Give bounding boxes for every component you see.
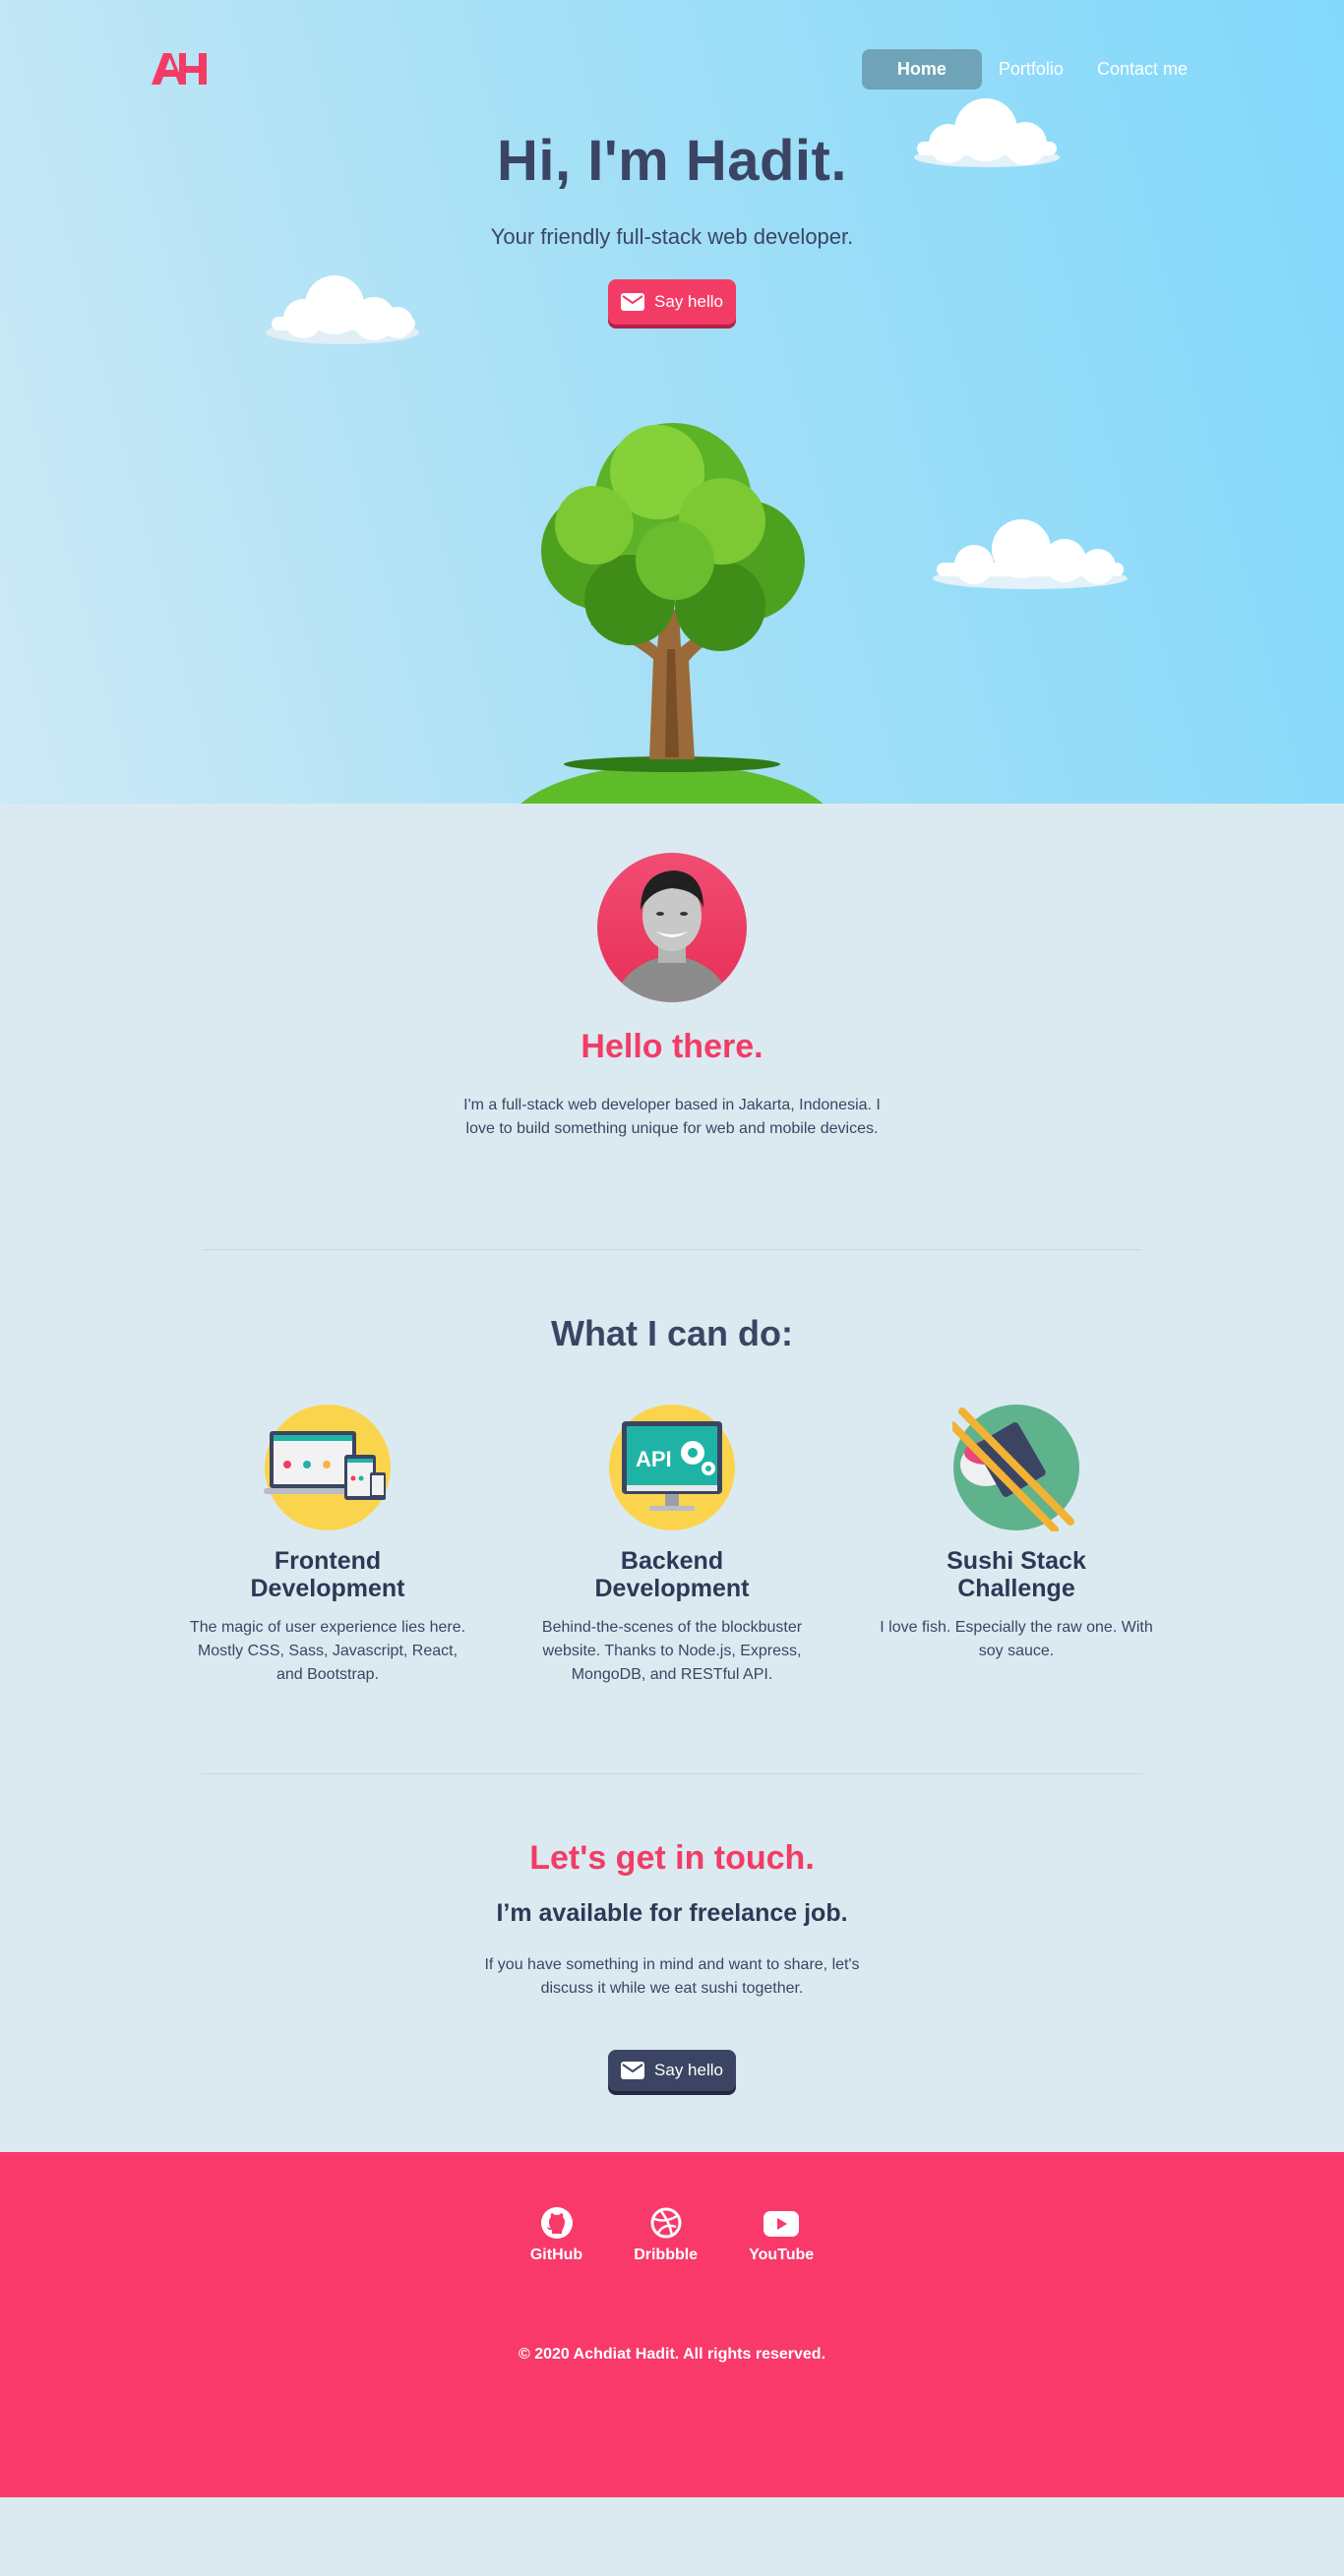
top-nav: AH Home Portfolio Contact me bbox=[0, 49, 1344, 90]
nav-links: Home Portfolio Contact me bbox=[861, 49, 1204, 90]
social-dribbble[interactable]: Dribbble bbox=[634, 2207, 698, 2264]
github-icon bbox=[540, 2207, 573, 2239]
hero-section: AH Home Portfolio Contact me Hi, I'm Had… bbox=[0, 0, 1344, 804]
say-hello-button[interactable]: Say hello bbox=[608, 2050, 736, 2091]
skill-title: Frontend Development bbox=[250, 1547, 405, 1602]
about-heading: Hello there. bbox=[580, 1028, 764, 1065]
skill-description: I love fish. Especially the raw one. Wit… bbox=[880, 1619, 1153, 1659]
footer: GitHub Dribbble YouTube © 2020 Achdiat H… bbox=[0, 2152, 1344, 2497]
hero-title: Hi, I'm Hadit. bbox=[497, 129, 847, 193]
api-label: API bbox=[636, 1447, 672, 1471]
contact-subheading: I’m available for freelance job. bbox=[496, 1899, 848, 1927]
social-label: GitHub bbox=[529, 2247, 583, 2263]
skill-card: Sushi Stack Challenge I love fish. Espec… bbox=[869, 1404, 1164, 1687]
dribbble-icon bbox=[650, 2207, 682, 2239]
social-label: Dribbble bbox=[634, 2247, 699, 2263]
skill-card: Frontend Development The magic of user e… bbox=[180, 1404, 475, 1687]
tree-illustration bbox=[520, 423, 824, 804]
social-label: YouTube bbox=[749, 2247, 815, 2263]
say-hello-label: Say hello bbox=[654, 292, 723, 311]
about-text: I'm a full-stack web developer based in … bbox=[463, 1097, 881, 1137]
youtube-icon bbox=[764, 2211, 800, 2237]
say-hello-label: Say hello bbox=[654, 2061, 723, 2079]
social-github[interactable]: GitHub bbox=[530, 2207, 582, 2264]
about-section: Hello there. I'm a full-stack web develo… bbox=[0, 804, 1344, 2152]
devices-icon bbox=[264, 1405, 391, 1530]
nav-home[interactable]: Home bbox=[861, 49, 982, 90]
hero-subtitle: Your friendly full-stack web developer. bbox=[490, 224, 854, 249]
skill-title: Backend Development bbox=[594, 1547, 750, 1602]
portrait-image bbox=[611, 870, 733, 1002]
nav-portfolio[interactable]: Portfolio bbox=[982, 49, 1080, 90]
mail-icon bbox=[621, 293, 645, 311]
api-monitor-icon: API bbox=[609, 1405, 735, 1530]
nav-contact[interactable]: Contact me bbox=[1080, 49, 1204, 90]
contact-text: If you have something in mind and want t… bbox=[484, 1956, 860, 1997]
cloud-illustration bbox=[266, 275, 419, 344]
skills-list: Frontend Development The magic of user e… bbox=[180, 1404, 1164, 1687]
section-divider bbox=[202, 1249, 1142, 1250]
skill-card: API Backend Development Behind-the-scene… bbox=[524, 1404, 820, 1687]
social-links: GitHub Dribbble YouTube bbox=[0, 2152, 1344, 2264]
contact-heading: Let's get in touch. bbox=[529, 1839, 815, 1877]
say-hello-button[interactable]: Say hello bbox=[608, 279, 736, 325]
avatar bbox=[597, 853, 747, 1002]
logo-text: AH bbox=[150, 49, 152, 50]
cloud-illustration bbox=[933, 519, 1128, 589]
copyright-text: © 2020 Achdiat Hadit. All rights reserve… bbox=[518, 2346, 826, 2363]
mail-icon bbox=[621, 2062, 645, 2079]
skill-description: The magic of user experience lies here. … bbox=[189, 1619, 466, 1683]
contact-section: Let's get in touch. I’m available for fr… bbox=[0, 1839, 1344, 2152]
section-divider bbox=[202, 1773, 1142, 1774]
skill-title: Sushi Stack Challenge bbox=[947, 1547, 1086, 1602]
skill-description: Behind-the-scenes of the blockbuster web… bbox=[541, 1619, 803, 1683]
logo[interactable]: AH bbox=[150, 49, 211, 89]
skills-heading: What I can do: bbox=[551, 1313, 793, 1353]
social-youtube[interactable]: YouTube bbox=[749, 2207, 814, 2264]
sushi-icon bbox=[952, 1405, 1079, 1531]
